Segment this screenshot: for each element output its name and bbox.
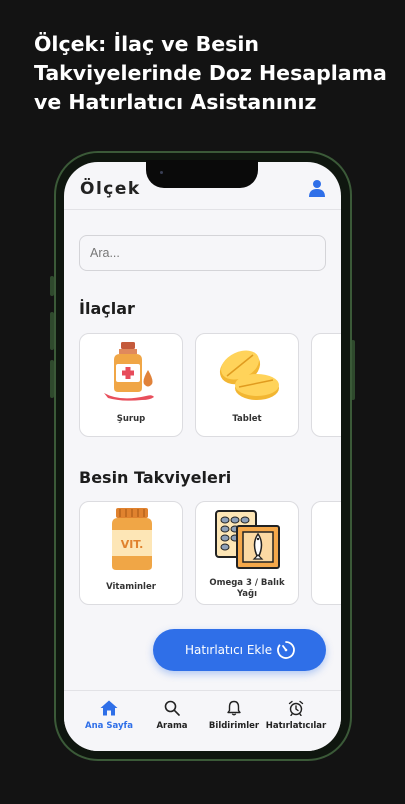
card-partial[interactable] xyxy=(311,333,341,437)
tab-label: Hatırlatıcılar xyxy=(265,721,327,731)
omega3-fish-oil-icon xyxy=(215,510,280,569)
tab-label: Arama xyxy=(156,721,188,731)
syrup-bottle-icon xyxy=(104,342,154,401)
app-title: Ölçek xyxy=(80,179,141,199)
tab-reminders[interactable]: Hatırlatıcılar xyxy=(263,700,329,731)
tab-label: Bildirimler xyxy=(208,721,260,731)
section-title-medicines: İlaçlar xyxy=(79,299,135,318)
vitamin-jar-text: VIT. xyxy=(121,538,144,551)
bell-icon xyxy=(227,700,241,716)
user-profile-icon[interactable] xyxy=(308,179,326,197)
card-partial[interactable] xyxy=(311,501,341,605)
tab-search[interactable]: Arama xyxy=(139,700,205,731)
card-label: Omega 3 / Balık Yağı xyxy=(209,578,285,599)
tab-notifications[interactable]: Bildirimler xyxy=(201,700,267,731)
alarm-clock-icon xyxy=(288,700,304,716)
vitamin-jar-icon: VIT. xyxy=(112,508,152,570)
phone-notch xyxy=(146,160,258,188)
tablet-pills-icon xyxy=(219,350,279,400)
add-reminder-button[interactable]: Hatırlatıcı Ekle xyxy=(153,629,326,671)
tab-label: Ana Sayfa xyxy=(85,721,133,731)
promo-headline: Ölçek: İlaç ve Besin Takviyelerinde Doz … xyxy=(34,32,387,114)
header-divider xyxy=(64,209,341,210)
card-vitamins[interactable]: VIT. Vitaminler xyxy=(79,501,183,605)
card-omega3[interactable]: Omega 3 / Balık Yağı xyxy=(195,501,299,605)
card-tablet[interactable]: Tablet xyxy=(195,333,299,437)
add-reminder-label: Hatırlatıcı Ekle xyxy=(185,643,273,657)
card-syrup[interactable]: Şurup xyxy=(79,333,183,437)
timer-icon xyxy=(277,641,295,659)
card-label: Şurup xyxy=(116,414,146,424)
card-label: Tablet xyxy=(232,414,262,424)
home-icon xyxy=(100,700,118,716)
camera-dot xyxy=(160,171,163,174)
bottom-tab-bar: Ana Sayfa Arama Bildirimler Hatırlatıcıl… xyxy=(64,690,341,751)
section-title-supplements: Besin Takviyeleri xyxy=(79,468,232,487)
app-screen: Ölçek İlaçlar Şurup Tablet xyxy=(64,162,341,751)
search-input[interactable] xyxy=(79,235,326,271)
tab-home[interactable]: Ana Sayfa xyxy=(76,700,142,731)
card-label: Vitaminler xyxy=(106,582,156,592)
search-icon xyxy=(164,700,180,716)
